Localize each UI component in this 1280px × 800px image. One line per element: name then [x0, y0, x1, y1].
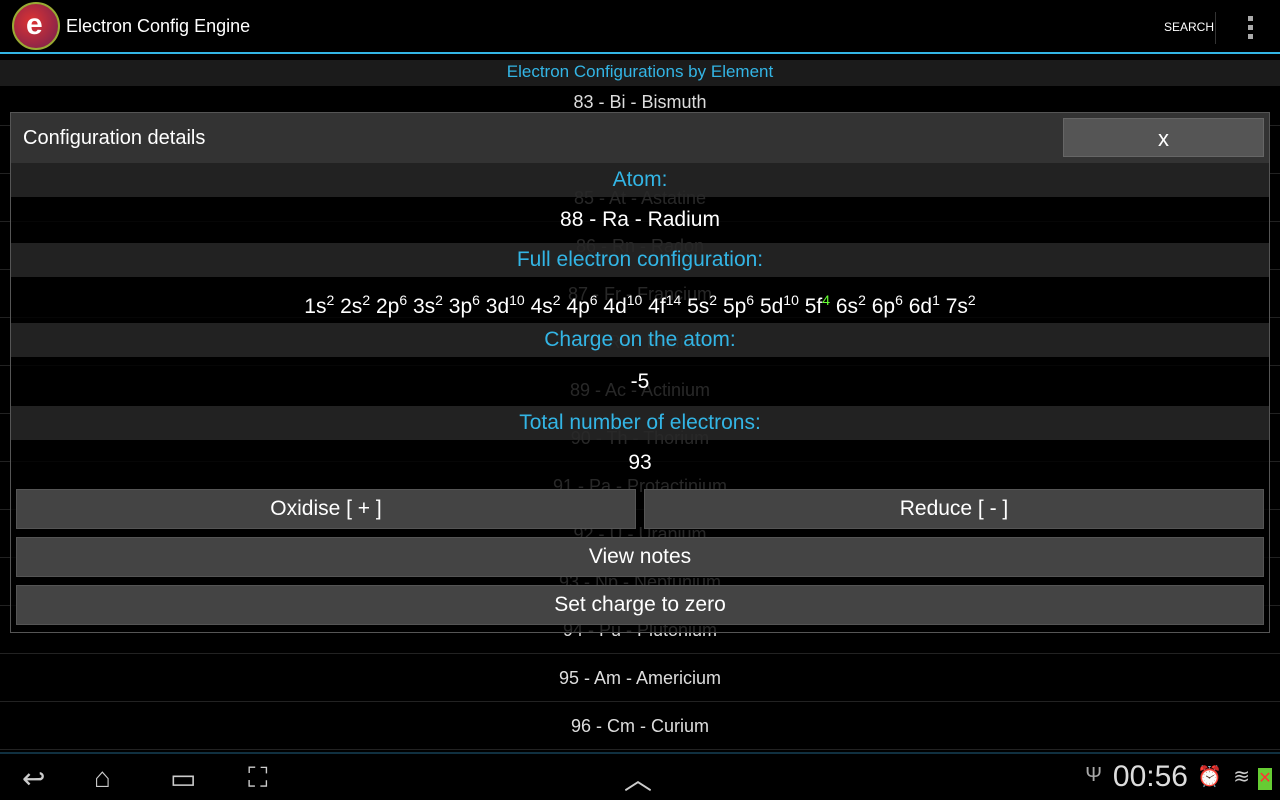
orbital-name: 3s: [412, 295, 436, 318]
orbital-name: 1s: [304, 295, 327, 318]
chevron-up-icon[interactable]: ︿: [624, 758, 652, 798]
search-button[interactable]: SEARCH: [1164, 20, 1214, 34]
wifi-icon: ≋: [1233, 766, 1250, 788]
orbital-name: 2s: [340, 295, 363, 318]
orbital: 4f14: [648, 292, 682, 318]
atom-label: Atom:: [11, 163, 1269, 197]
orbital: 4p6: [566, 292, 598, 318]
orbital-occupancy: 4: [822, 292, 831, 308]
clock: 00:56: [1112, 760, 1188, 793]
charge-value: -5: [630, 370, 650, 393]
orbital-name: 2p: [375, 295, 400, 318]
electrons-value: 93: [628, 451, 652, 474]
orbital: 5d10: [759, 292, 799, 318]
orbital-occupancy: 2: [552, 292, 561, 308]
alarm-icon: ⏰: [1197, 766, 1222, 788]
orbital-occupancy: 6: [399, 292, 408, 308]
orbital-name: 4p: [566, 295, 590, 318]
configuration-dialog: Configuration details x Atom: 88 - Ra - …: [10, 112, 1270, 633]
orbital: 3p6: [448, 292, 480, 318]
list-item[interactable]: 96 - Cm - Curium: [0, 702, 1280, 750]
orbital-name: 6s: [835, 295, 859, 318]
close-button[interactable]: x: [1063, 118, 1264, 157]
orbital-occupancy: 2: [326, 292, 335, 308]
orbital-name: 5p: [722, 295, 747, 318]
config-label: Full electron configuration:: [11, 243, 1269, 277]
orbital-occupancy: 2: [362, 292, 371, 308]
orbital: 3s2: [412, 292, 443, 318]
oxidise-button[interactable]: Oxidise [ + ]: [16, 489, 636, 529]
orbital-occupancy: 14: [665, 292, 682, 308]
orbital-name: 6p: [871, 295, 896, 318]
app-title: Electron Config Engine: [66, 15, 251, 36]
battery-icon: ✕: [1258, 768, 1272, 790]
list-item[interactable]: 95 - Am - Americium: [0, 654, 1280, 702]
orbital-occupancy: 2: [858, 292, 866, 308]
orbital-name: 5s: [687, 295, 710, 318]
orbital: 3d10: [485, 292, 525, 318]
orbital-occupancy: 6: [746, 292, 755, 308]
orbital-occupancy: 2: [709, 292, 718, 308]
orbital-name: 3d: [485, 295, 510, 318]
orbital: 4s2: [530, 292, 561, 318]
system-nav-bar: ↩ ⌂ ▭ ⛶ ︿ Ψ 00:56 ⏰ ≋ ✕: [0, 752, 1280, 800]
atom-value: 88 - Ra - Radium: [560, 208, 720, 231]
orbital: 6p6: [871, 292, 903, 318]
orbital: 5p6: [722, 292, 755, 318]
orbital-occupancy: 2: [967, 292, 976, 308]
orbital: 7s2: [945, 292, 976, 318]
orbital: 2s2: [340, 292, 371, 318]
orbital-name: 4f: [648, 295, 666, 318]
orbital-occupancy: 6: [589, 292, 598, 308]
orbital: 4d10: [603, 292, 643, 318]
orbital: 5s2: [687, 292, 718, 318]
orbital: 6d1: [908, 292, 940, 318]
orbital: 5f4: [804, 292, 831, 318]
orbital-name: 5f: [804, 295, 823, 318]
overflow-menu-icon[interactable]: [1248, 16, 1254, 39]
back-icon[interactable]: ↩: [22, 762, 45, 795]
orbital: 6s2: [835, 292, 866, 318]
orbital-name: 4s: [530, 295, 553, 318]
recent-apps-icon[interactable]: ▭: [170, 762, 196, 795]
electrons-label: Total number of electrons:: [11, 406, 1269, 440]
usb-icon: Ψ: [1085, 764, 1102, 786]
orbital-occupancy: 1: [932, 292, 940, 308]
orbital-name: 3p: [448, 295, 473, 318]
app-logo: e: [12, 2, 60, 50]
screenshot-icon[interactable]: ⛶: [248, 762, 268, 795]
orbital-occupancy: 6: [895, 292, 903, 308]
orbital: 2p6: [375, 292, 408, 318]
config-value: 1s2 2s2 2p6 3s2 3p6 3d10 4s2 4p6 4d10 4f…: [11, 277, 1269, 323]
orbital-occupancy: 10: [783, 292, 799, 308]
orbital: 1s2: [304, 292, 335, 318]
orbital-name: 4d: [603, 295, 627, 318]
home-icon[interactable]: ⌂: [94, 762, 111, 794]
set-charge-zero-button[interactable]: Set charge to zero: [16, 585, 1264, 625]
reduce-button[interactable]: Reduce [ - ]: [644, 489, 1264, 529]
orbital-occupancy: 2: [435, 292, 443, 308]
charge-label: Charge on the atom:: [11, 323, 1269, 357]
orbital-name: 6d: [908, 295, 933, 318]
view-notes-button[interactable]: View notes: [16, 537, 1264, 577]
orbital-occupancy: 6: [472, 292, 480, 308]
orbital-occupancy: 10: [626, 292, 643, 308]
orbital-name: 5d: [759, 295, 784, 318]
divider: [1215, 12, 1216, 44]
action-bar: e Electron Config Engine SEARCH: [0, 0, 1280, 54]
orbital-name: 7s: [945, 295, 968, 318]
orbital-occupancy: 10: [509, 292, 525, 308]
